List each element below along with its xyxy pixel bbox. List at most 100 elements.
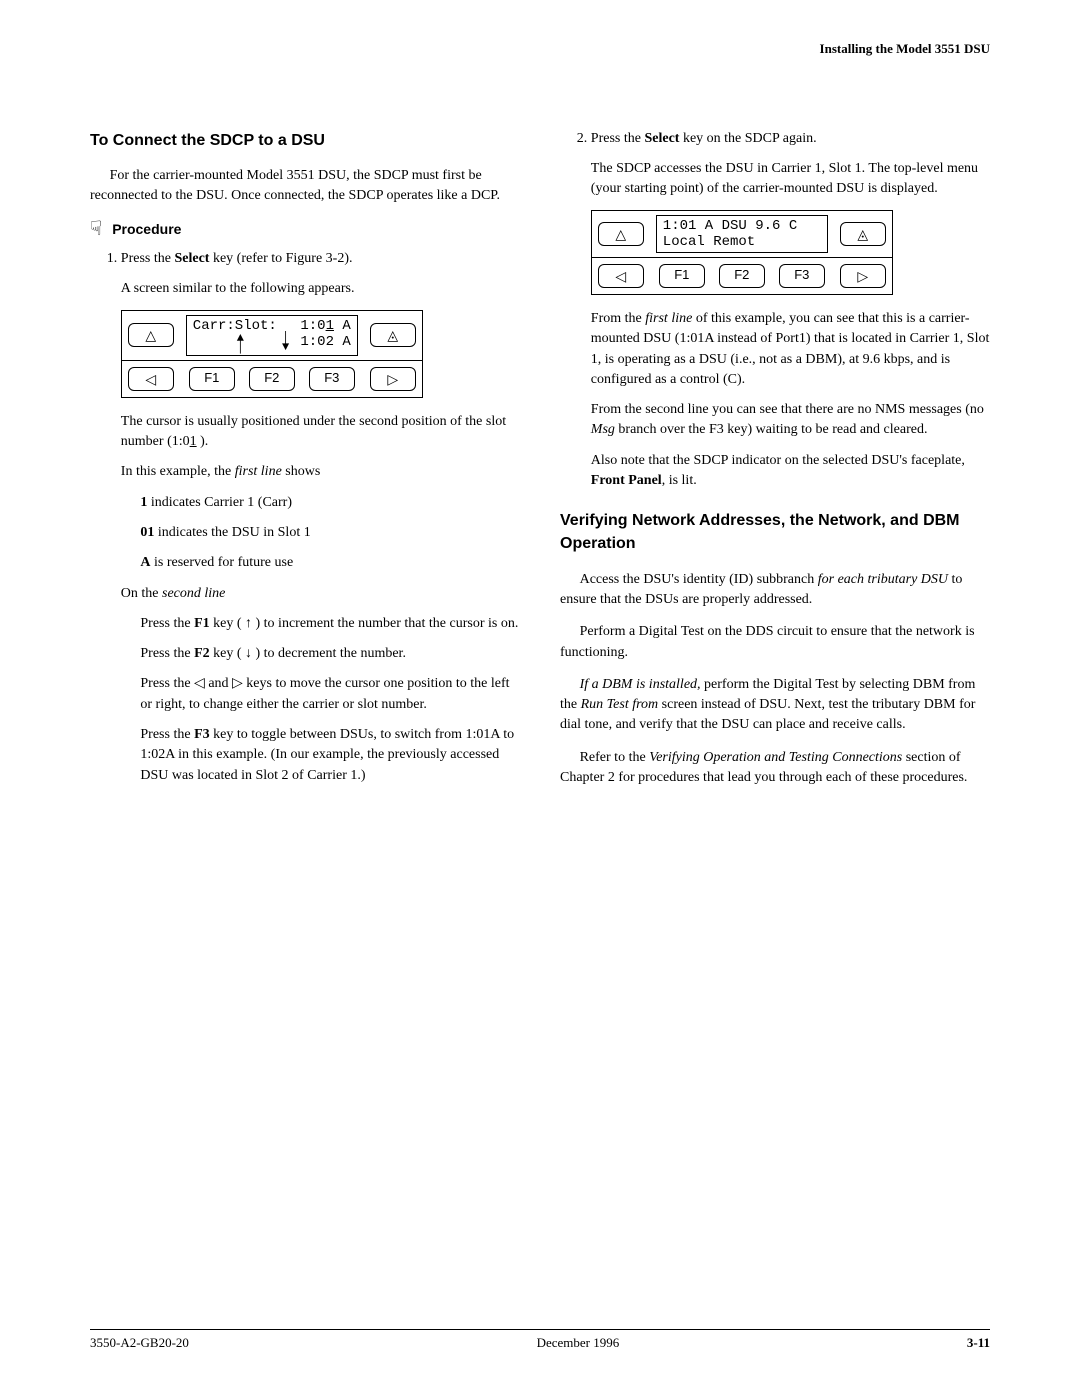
v1a: Access the DSU's identity (ID) subbranch (580, 572, 818, 587)
menu-key-icon-2: ◬ (840, 222, 886, 246)
footer-doc: 3550-A2-GB20-20 (90, 1334, 189, 1353)
step1-bold: Select (174, 251, 209, 266)
press-f1: Press the F1 key ( ↑ ) to increment the … (140, 614, 520, 634)
left-column: To Connect the SDCP to a DSU For the car… (90, 129, 520, 801)
rp3bold: Front Panel (591, 473, 662, 488)
ex-intro-b: shows (282, 464, 321, 479)
b1t: indicates Carrier 1 (Carr) (147, 495, 292, 510)
lcd1-line1-right: 1:01 A (300, 318, 350, 334)
rp2a: From the second line you can see that th… (591, 402, 984, 417)
b3t: is reserved for future use (151, 555, 294, 570)
heading-verify: Verifying Network Addresses, the Network… (560, 509, 990, 555)
hand-icon: ☟ (90, 219, 102, 239)
cursor-p-underline: 1 (190, 434, 197, 449)
right-key-icon: ▷ (370, 367, 416, 391)
rp1i: first line (645, 311, 692, 326)
rp2b: branch over the F3 key) waiting to be re… (615, 422, 928, 437)
pf3b: F3 (194, 727, 210, 742)
press-f3: Press the F3 key to toggle between DSUs,… (140, 725, 520, 786)
pf3a: Press the (140, 727, 194, 742)
pf1b: F1 (194, 616, 210, 631)
cursor-p-b: ). (197, 434, 209, 449)
ex-intro-i: first line (235, 464, 282, 479)
pf1c: key ( ↑ ) to increment the number that t… (210, 616, 519, 631)
press-nav: Press the ◁ and ▷ keys to move the curso… (140, 674, 520, 715)
b2b: 01 (140, 525, 154, 540)
procedure-list: Press the Select key (refer to Figure 3-… (90, 249, 520, 269)
bullet-3: A is reserved for future use (140, 553, 520, 573)
right-p1: From the first line of this example, you… (591, 309, 990, 390)
step1-text-a: Press the (121, 251, 175, 266)
right-p3: Also note that the SDCP indicator on the… (591, 451, 990, 492)
verify-p2: Perform a Digital Test on the DDS circui… (560, 622, 990, 663)
first-line-bullets: 1 indicates Carrier 1 (Carr) 01 indicate… (140, 493, 520, 574)
sl-a: On the (121, 586, 162, 601)
s2a: Press the (591, 131, 645, 146)
lcd2-line1: 1:01 A DSU 9.6 C (663, 218, 797, 234)
running-head: Installing the Model 3551 DSU (90, 40, 990, 59)
lcd1-arrows: ▲│ │▼ (233, 334, 293, 353)
procedure-step-2: Press the Select key on the SDCP again. (591, 129, 990, 149)
rp3a: Also note that the SDCP indicator on the… (591, 453, 965, 468)
b3b: A (140, 555, 150, 570)
sl-i: second line (162, 586, 225, 601)
lcd1-line1-left: Carr:Slot: (193, 318, 277, 334)
step2-after: The SDCP accesses the DSU in Carrier 1, … (591, 159, 990, 200)
v1i: for each tributary DSU (818, 572, 948, 587)
footer-page: 3-11 (967, 1334, 990, 1353)
footer-date: December 1996 (537, 1334, 620, 1353)
second-line-actions: Press the F1 key ( ↑ ) to increment the … (140, 614, 520, 786)
example-intro: In this example, the first line shows (121, 462, 520, 482)
procedure-label: Procedure (112, 219, 181, 239)
procedure-step-1: Press the Select key (refer to Figure 3-… (121, 249, 520, 269)
procedure-list-cont: Press the Select key on the SDCP again. (560, 129, 990, 149)
cursor-paragraph: The cursor is usually positioned under t… (121, 412, 520, 453)
step1-text-b: key (refer to Figure 3-2). (209, 251, 352, 266)
bullet-1: 1 indicates Carrier 1 (Carr) (140, 493, 520, 513)
press-f2: Press the F2 key ( ↓ ) to decrement the … (140, 644, 520, 664)
s2bold: Select (644, 131, 679, 146)
verify-p4: Refer to the Verifying Operation and Tes… (560, 748, 990, 789)
v3i2: Run Test from (581, 697, 659, 712)
pf2c: key ( ↓ ) to decrement the number. (210, 646, 406, 661)
right-column: Press the Select key on the SDCP again. … (560, 129, 990, 801)
up-key-icon: △ (128, 323, 174, 347)
heading-connect-sdcp: To Connect the SDCP to a DSU (90, 129, 520, 152)
cursor-p-a: The cursor is usually positioned under t… (121, 414, 506, 449)
f3-key-2: F3 (779, 264, 825, 288)
verify-p3: If a DBM is installed, perform the Digit… (560, 675, 990, 736)
second-line-intro: On the second line (121, 584, 520, 604)
left-key-icon-2: ◁ (598, 264, 644, 288)
f2-key-2: F2 (719, 264, 765, 288)
s2b: key on the SDCP again. (679, 131, 816, 146)
f1-key-2: F1 (659, 264, 705, 288)
lcd2-line2: Local Remot (663, 234, 755, 250)
bullet-2: 01 indicates the DSU in Slot 1 (140, 523, 520, 543)
lcd2-screen: 1:01 A DSU 9.6 C Local Remot (656, 215, 828, 253)
b2t: indicates the DSU in Slot 1 (154, 525, 310, 540)
ex-intro-a: In this example, the (121, 464, 235, 479)
pf1a: Press the (140, 616, 194, 631)
rp2i: Msg (591, 422, 615, 437)
v4a: Refer to the (580, 750, 650, 765)
v3i: If a DBM is installed, (580, 677, 701, 692)
verify-p1: Access the DSU's identity (ID) subbranch… (560, 570, 990, 611)
step1-details: A screen similar to the following appear… (121, 279, 520, 786)
f2-key: F2 (249, 367, 295, 391)
procedure-row: ☟ Procedure (90, 219, 520, 239)
lcd-figure-1: △ Carr:Slot: 1:01 A ▲│ (121, 310, 423, 398)
lcd-figure-2: △ 1:01 A DSU 9.6 C Local Remot ◬ (591, 210, 893, 295)
v4i: Verifying Operation and Testing Connecti… (649, 750, 902, 765)
rp3b: , is lit. (662, 473, 697, 488)
intro-paragraph: For the carrier-mounted Model 3551 DSU, … (90, 166, 520, 207)
right-p2: From the second line you can see that th… (591, 400, 990, 441)
up-key-icon-2: △ (598, 222, 644, 246)
page: Installing the Model 3551 DSU To Connect… (0, 0, 1080, 1397)
step1-after: A screen similar to the following appear… (121, 279, 520, 299)
menu-key-icon: ◬ (370, 323, 416, 347)
pf2a: Press the (140, 646, 194, 661)
pf2b: F2 (194, 646, 210, 661)
right-key-icon-2: ▷ (840, 264, 886, 288)
left-key-icon: ◁ (128, 367, 174, 391)
lcd1-screen: Carr:Slot: 1:01 A ▲│ │▼ 1:02 A (186, 315, 358, 356)
